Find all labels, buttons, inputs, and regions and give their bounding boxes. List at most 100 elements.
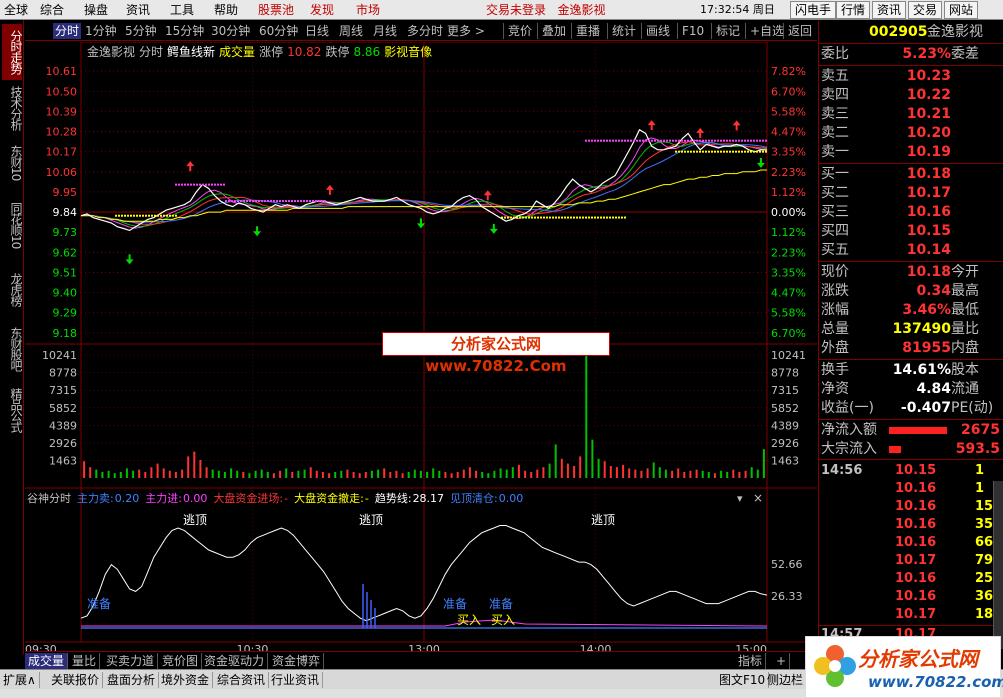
left-tab-2[interactable]: 东财10 xyxy=(2,136,23,190)
bid-price[interactable]: 10.18 xyxy=(907,165,951,184)
bid-row: 买三 10.16 xyxy=(819,203,1003,222)
status-item-4[interactable]: 综合资讯 xyxy=(214,672,270,688)
chart-action-4[interactable]: 画线 xyxy=(641,23,672,39)
support-dots xyxy=(684,150,686,153)
support-dots xyxy=(729,150,731,153)
top-right-button-2[interactable]: 资讯 xyxy=(872,1,907,19)
period-tab-0[interactable]: 分时 xyxy=(53,23,82,39)
status-item-5[interactable]: 行业资讯 xyxy=(268,672,324,688)
bid-price[interactable]: 10.15 xyxy=(907,222,951,241)
status-item-2[interactable]: 盘面分析 xyxy=(104,672,160,688)
indicator-close-icon[interactable]: × xyxy=(753,491,763,505)
period-tab-8[interactable]: 月线 xyxy=(371,23,399,39)
resistance-dots xyxy=(699,139,701,142)
support-dots xyxy=(591,216,593,219)
quote-row: 总量 137490 量比 xyxy=(819,320,1003,339)
menu-item-1[interactable]: 综合 xyxy=(36,2,68,18)
bottom-right-button-0[interactable]: 指标 xyxy=(735,653,767,669)
ask-price[interactable]: 10.22 xyxy=(907,86,951,105)
support-dots xyxy=(702,150,704,153)
chart-action-8[interactable]: 返回 xyxy=(783,23,814,39)
bid-price[interactable]: 10.16 xyxy=(907,203,951,222)
price-tick-label: 10.50 xyxy=(46,85,78,98)
chart-action-5[interactable]: F10 xyxy=(677,23,706,39)
period-tab-7[interactable]: 周线 xyxy=(337,23,365,39)
period-tab-10[interactable]: 更多 > xyxy=(445,23,487,39)
bid-row: 买一 10.18 xyxy=(819,165,1003,184)
bottom-tab-3[interactable]: 竞价图 xyxy=(159,653,203,669)
tick-volume: 79 xyxy=(975,553,994,568)
period-tab-4[interactable]: 30分钟 xyxy=(209,23,252,39)
quote-row: 外盘 81955 内盘 xyxy=(819,339,1003,358)
left-tab-3[interactable]: 同花顺10 xyxy=(2,192,23,258)
period-tab-3[interactable]: 15分钟 xyxy=(163,23,206,39)
top-right-button-1[interactable]: 行情 xyxy=(836,1,871,19)
resistance-dots xyxy=(225,200,227,203)
status-item-3[interactable]: 境外资金 xyxy=(158,672,214,688)
quote-label: 外盘 xyxy=(821,340,849,356)
resistance-dots xyxy=(627,139,629,142)
chart-action-3[interactable]: 统计 xyxy=(607,23,638,39)
resistance-dots xyxy=(252,200,254,203)
left-tab-6[interactable]: 精品公式 xyxy=(2,380,23,440)
status-item-0[interactable]: 扩展∧ xyxy=(0,672,40,688)
menu-item-0[interactable]: 全球 xyxy=(0,2,32,18)
period-tab-1[interactable]: 1分钟 xyxy=(83,23,119,39)
top-right-button-0[interactable]: 闪电手 xyxy=(790,1,837,19)
status-right-0[interactable]: 图文F10 xyxy=(716,672,770,688)
bottom-tab-5[interactable]: 资金博弈 xyxy=(269,653,325,669)
resistance-dots xyxy=(681,139,683,142)
menu-item-8[interactable]: 市场 xyxy=(352,2,384,18)
bottom-tab-4[interactable]: 资金驱动力 xyxy=(201,653,269,669)
chart-action-7[interactable]: +自选 xyxy=(745,23,786,39)
tick-scrollbar[interactable] xyxy=(993,481,1003,649)
bottom-tab-1[interactable]: 量比 xyxy=(69,653,101,669)
status-right-1[interactable]: 侧边栏 xyxy=(764,672,808,688)
left-tab-5[interactable]: 东财股吧 xyxy=(2,320,23,378)
period-tab-2[interactable]: 5分钟 xyxy=(123,23,159,39)
indicator-main_buy_label: 主力进: xyxy=(145,492,182,505)
ask-price[interactable]: 10.23 xyxy=(907,67,951,86)
left-tab-0[interactable]: 分时走势 xyxy=(2,24,23,80)
period-tab-6[interactable]: 日线 xyxy=(303,23,331,39)
left-tab-4[interactable]: 龙虎榜 xyxy=(2,260,23,318)
resistance-dots xyxy=(759,139,761,142)
menu-item-4[interactable]: 工具 xyxy=(166,2,198,18)
support-dots xyxy=(148,214,150,217)
menu-item-5[interactable]: 帮助 xyxy=(210,2,242,18)
divider xyxy=(819,163,1003,164)
chart-action-6[interactable]: 标记 xyxy=(711,23,742,39)
left-tab-1[interactable]: 技术分析 xyxy=(2,82,23,134)
ask-row: 卖五 10.23 xyxy=(819,67,1003,86)
support-dots xyxy=(175,214,177,217)
chart-action-0[interactable]: 竞价 xyxy=(503,23,534,39)
menu-item-6[interactable]: 股票池 xyxy=(254,2,298,18)
bid-label: 买四 xyxy=(821,223,849,239)
support-dots xyxy=(708,150,710,153)
period-tab-9[interactable]: 多分时 xyxy=(405,23,445,39)
chart-action-1[interactable]: 叠加 xyxy=(537,23,568,39)
top-right-button-3[interactable]: 交易 xyxy=(908,1,943,19)
login-status[interactable]: 交易未登录 xyxy=(486,3,546,17)
bottom-right-button-1[interactable]: + xyxy=(773,653,791,669)
bottom-tab-2[interactable]: 买卖力道 xyxy=(103,653,159,669)
ask-price[interactable]: 10.20 xyxy=(907,124,951,143)
resistance-dots xyxy=(609,139,611,142)
divider xyxy=(819,419,1003,420)
bid-price[interactable]: 10.17 xyxy=(907,184,951,203)
bottom-tab-0[interactable]: 成交量 xyxy=(25,653,69,669)
ask-price[interactable]: 10.19 xyxy=(907,143,951,162)
menu-item-7[interactable]: 发现 xyxy=(306,2,338,18)
chart-action-2[interactable]: 重播 xyxy=(571,23,602,39)
period-tab-5[interactable]: 60分钟 xyxy=(257,23,300,39)
menu-item-3[interactable]: 资讯 xyxy=(122,2,154,18)
price-tick-label: 9.84 xyxy=(53,206,78,219)
ask-price[interactable]: 10.21 xyxy=(907,105,951,124)
clock: 17:32:54 周日 xyxy=(700,3,775,16)
bid-price[interactable]: 10.14 xyxy=(907,241,951,260)
support-dots xyxy=(735,150,737,153)
menu-item-2[interactable]: 操盘 xyxy=(80,2,112,18)
top-right-button-4[interactable]: 网站 xyxy=(944,1,979,19)
indicator-collapse-icon[interactable]: ▾ xyxy=(737,492,743,505)
status-item-1[interactable]: 关联报价 xyxy=(48,672,104,688)
